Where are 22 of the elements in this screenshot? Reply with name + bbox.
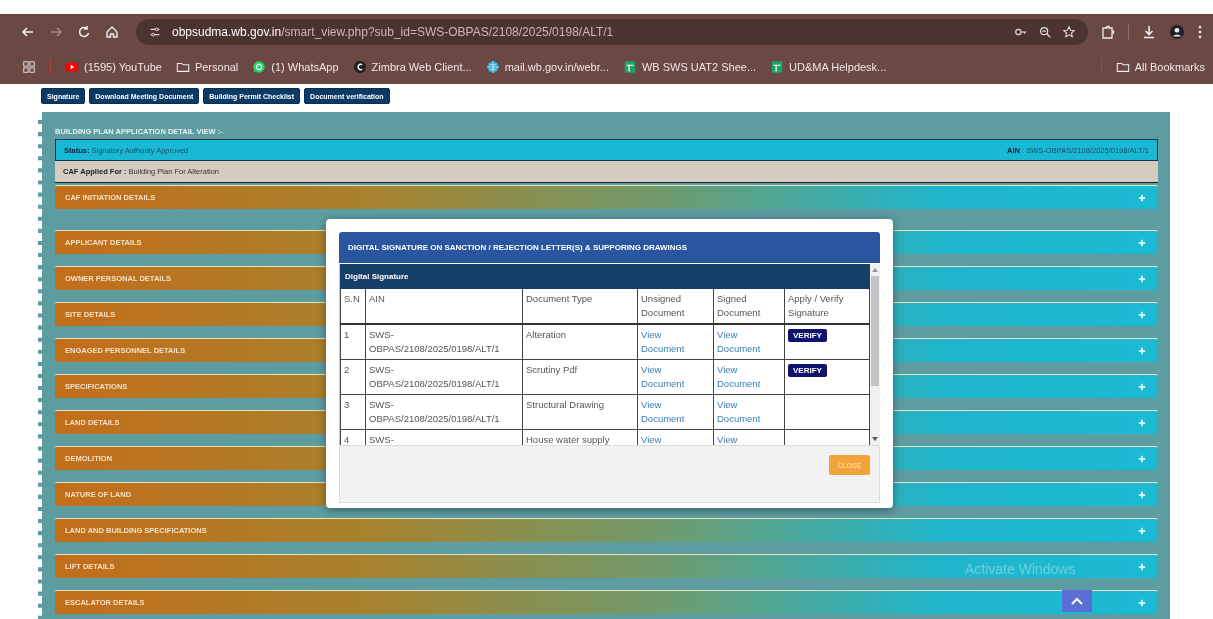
- column-header: S.N: [344, 293, 360, 304]
- table-caption: Digital Signature: [340, 264, 870, 289]
- column-header: AIN: [369, 293, 385, 304]
- table-cell: SWS-: [369, 434, 394, 445]
- table-cell: House water supply: [526, 434, 610, 445]
- dialog-title: DIGITAL SIGNATURE ON SANCTION / REJECTION LETTER(S) & SUPPORING DRAWINGS: [339, 232, 880, 263]
- table-cell: SWS-OBPAS/2108/2025/0198/ALT/1: [369, 399, 500, 424]
- table-cell: 4: [344, 434, 350, 445]
- column-header: Unsigned Document: [641, 293, 685, 318]
- table-cell: 2: [344, 364, 350, 375]
- table-cell: Scrutiny Pdf: [526, 364, 578, 375]
- table-cell: Alteration: [526, 329, 567, 340]
- column-header: Apply / Verify Signature: [788, 293, 844, 318]
- table-cell: 3: [344, 399, 350, 410]
- table-cell: SWS-OBPAS/2108/2025/0198/ALT/1: [369, 329, 500, 354]
- column-header: Document Type: [526, 293, 593, 304]
- os-notice: Activate Windows: [965, 561, 1076, 577]
- table-cell: Structural Drawing: [526, 399, 605, 410]
- url-text: obpsudma.wb.gov.in/smart_view.php?sub_id=SWS-OBPAS/2108/2025/0198/ALT/1: [172, 25, 614, 39]
- column-header: Signed Document: [717, 293, 761, 318]
- table-cell: 1: [344, 329, 350, 340]
- table-cell: SWS-OBPAS/2108/2025/0198/ALT/1: [369, 364, 500, 389]
